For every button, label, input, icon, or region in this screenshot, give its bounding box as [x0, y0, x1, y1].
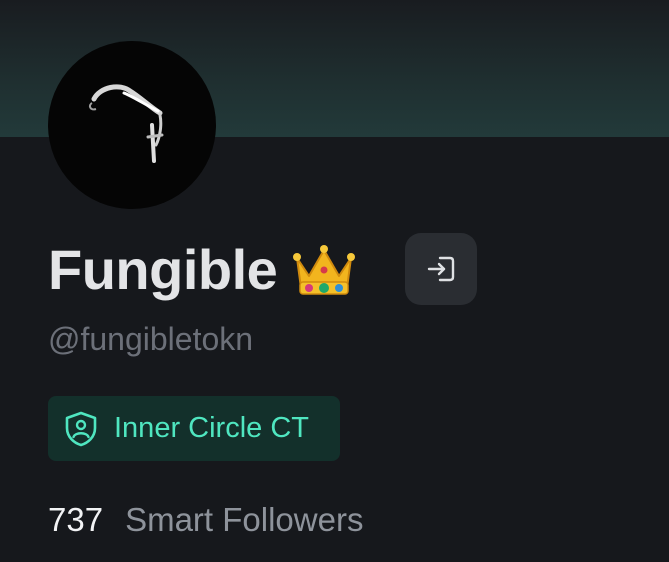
login-button[interactable] — [405, 233, 477, 305]
profile-handle: @fungibletokn — [48, 321, 254, 357]
smart-followers-label: Smart Followers — [125, 501, 364, 538]
display-name: Fungible — [48, 238, 278, 301]
login-icon — [427, 256, 455, 282]
smart-followers-stat[interactable]: 737 Smart Followers — [48, 503, 363, 536]
avatar-image — [88, 84, 164, 163]
avatar[interactable] — [48, 41, 216, 209]
badge-label: Inner Circle CT — [114, 412, 309, 444]
inner-circle-badge[interactable]: Inner Circle CT — [48, 396, 340, 461]
crown-emoji-icon — [291, 242, 357, 298]
smart-followers-count: 737 — [48, 501, 104, 538]
shield-person-icon — [65, 411, 97, 446]
name-row: Fungible — [48, 232, 357, 308]
